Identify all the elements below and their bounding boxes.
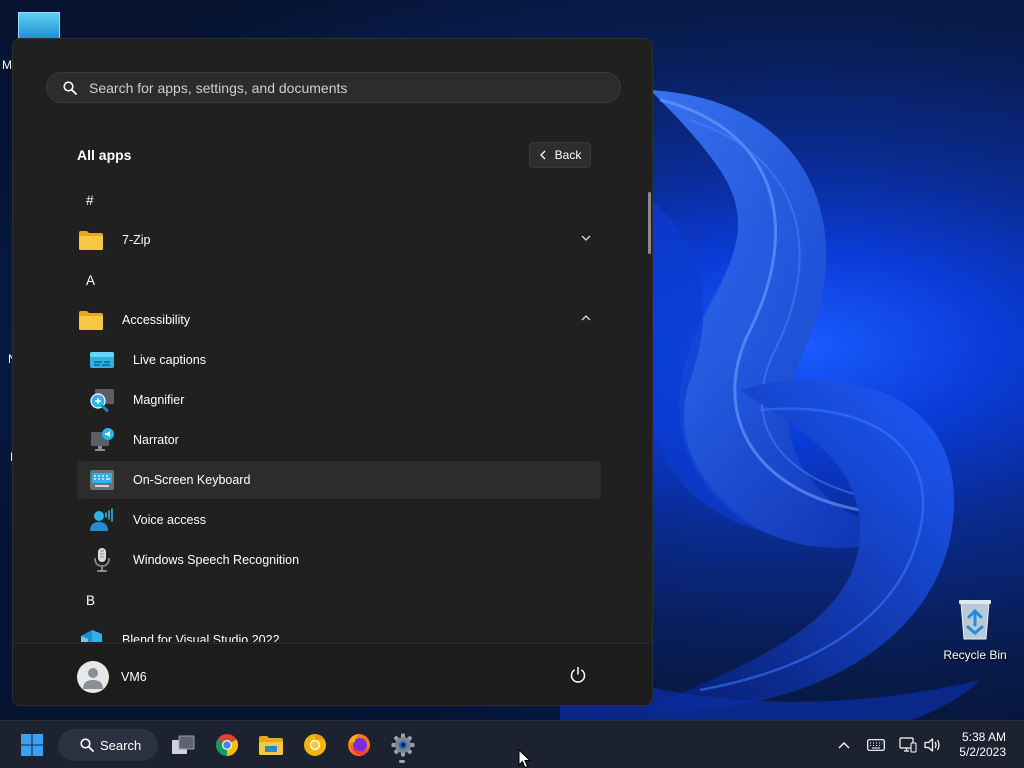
app-live-captions[interactable]: Live captions: [77, 341, 601, 379]
voice-access-icon: [89, 507, 115, 533]
volume-icon: [924, 738, 940, 752]
task-view-button[interactable]: [168, 721, 198, 768]
chevron-up-icon: [838, 742, 850, 749]
search-icon: [80, 738, 94, 752]
recycle-bin-icon: [959, 600, 991, 640]
section-letter: B: [86, 592, 96, 608]
chrome-taskbar-button[interactable]: [212, 721, 242, 768]
start-search-box[interactable]: [46, 72, 621, 103]
user-avatar[interactable]: [77, 661, 109, 693]
network-button[interactable]: [897, 721, 919, 768]
taskbar: Search 5:38 AM 5/2/2023: [0, 720, 1024, 768]
app-on-screen-keyboard[interactable]: On-Screen Keyboard: [77, 461, 601, 499]
magnifier-icon: [89, 387, 115, 413]
firefox-taskbar-button[interactable]: [344, 721, 374, 768]
start-search-input[interactable]: [89, 79, 620, 96]
clock-date: 5/2/2023: [959, 745, 1006, 759]
input-indicator-button[interactable]: [865, 721, 887, 768]
settings-active-indicator: [399, 760, 405, 763]
mouse-cursor-icon: [518, 749, 532, 768]
recycle-bin-shortcut[interactable]: Recycle Bin: [940, 597, 1010, 662]
firefox-icon: [348, 734, 370, 756]
all-apps-list: # 7-Zip A Accessibility Live captions Ma…: [13, 179, 652, 642]
back-button[interactable]: Back: [529, 142, 591, 168]
chrome-canary-taskbar-button[interactable]: [300, 721, 330, 768]
start-icon: [21, 734, 43, 756]
start-menu: All apps Back # 7-Zip A Accessibility: [12, 38, 653, 706]
app-name: On-Screen Keyboard: [133, 473, 251, 487]
user-name[interactable]: VM6: [121, 670, 147, 684]
live-captions-icon: [89, 347, 115, 373]
app-name: 7-Zip: [122, 233, 151, 247]
settings-icon: [391, 733, 415, 757]
desktop-label-fragment: M: [2, 58, 12, 72]
section-header-b[interactable]: B: [77, 581, 601, 619]
file-explorer-taskbar-button[interactable]: [256, 721, 286, 768]
app-name: Windows Speech Recognition: [133, 553, 300, 567]
back-button-label: Back: [554, 148, 582, 162]
user-icon: [83, 668, 103, 689]
taskbar-search-label: Search: [100, 737, 142, 753]
app-name: Accessibility: [122, 313, 191, 327]
show-hidden-icons-button[interactable]: [834, 721, 854, 768]
chevron-left-icon: [539, 150, 546, 160]
narrator-icon: [89, 427, 115, 453]
app-folder-7zip[interactable]: 7-Zip: [77, 221, 601, 259]
keyboard-icon: [867, 739, 885, 751]
chrome-canary-icon: [304, 734, 326, 756]
clock-time: 5:38 AM: [961, 730, 1006, 744]
task-view-icon: [172, 735, 195, 754]
volume-button[interactable]: [922, 721, 944, 768]
search-icon: [63, 80, 77, 95]
network-icon: [899, 737, 917, 753]
power-icon[interactable]: [569, 666, 587, 684]
start-button[interactable]: [14, 721, 50, 768]
app-name: Voice access: [133, 513, 206, 527]
app-windows-speech-recognition[interactable]: Windows Speech Recognition: [77, 541, 601, 579]
app-name: Blend for Visual Studio 2022: [122, 633, 280, 642]
keyboard-icon: [89, 467, 115, 493]
chevron-down-icon[interactable]: [581, 234, 591, 242]
section-header-hash[interactable]: #: [77, 181, 601, 219]
app-narrator[interactable]: Narrator: [77, 421, 601, 459]
app-magnifier[interactable]: Magnifier: [77, 381, 601, 419]
taskbar-clock[interactable]: 5:38 AM 5/2/2023: [959, 730, 1006, 760]
folder-icon: [78, 227, 104, 253]
desktop-app-icon[interactable]: [18, 12, 60, 40]
chrome-icon: [216, 734, 238, 756]
app-folder-accessibility[interactable]: Accessibility: [77, 301, 601, 339]
start-menu-footer: VM6: [13, 643, 652, 705]
app-voice-access[interactable]: Voice access: [77, 501, 601, 539]
section-letter: #: [86, 192, 94, 208]
blend-icon: [78, 627, 104, 642]
taskbar-search-button[interactable]: Search: [58, 729, 158, 761]
app-name: Magnifier: [133, 393, 185, 407]
microphone-icon: [89, 547, 115, 573]
folder-icon: [78, 307, 104, 333]
recycle-bin-label: Recycle Bin: [943, 648, 1007, 662]
app-name: Narrator: [133, 433, 179, 447]
all-apps-title: All apps: [77, 147, 132, 163]
file-explorer-icon: [259, 736, 283, 755]
app-name: Live captions: [133, 353, 206, 367]
scrollbar-thumb[interactable]: [648, 192, 651, 254]
chevron-up-icon[interactable]: [581, 314, 591, 322]
section-header-a[interactable]: A: [77, 261, 601, 299]
app-blend-visual-studio[interactable]: Blend for Visual Studio 2022: [77, 621, 601, 642]
section-letter: A: [86, 272, 96, 288]
